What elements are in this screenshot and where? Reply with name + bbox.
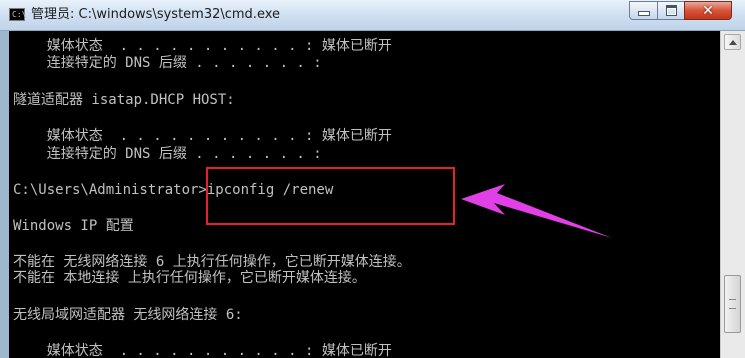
arrow-shape [461,184,612,238]
pointer-arrow-icon [461,184,612,238]
